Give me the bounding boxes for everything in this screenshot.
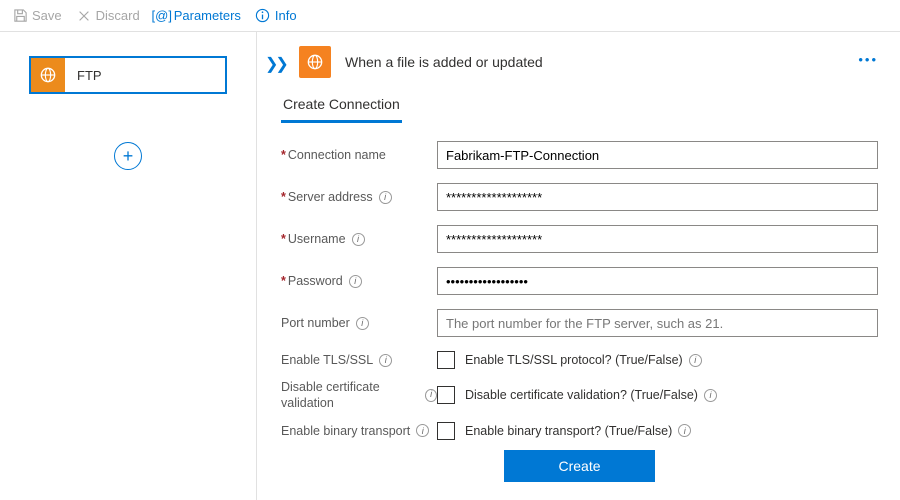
save-icon bbox=[12, 8, 28, 24]
trigger-step-ftp[interactable]: FTP bbox=[29, 56, 227, 94]
discard-button[interactable]: Discard bbox=[72, 6, 144, 26]
disable-cert-checkbox[interactable] bbox=[437, 386, 455, 404]
discard-icon bbox=[76, 8, 92, 24]
parameters-icon: [@] bbox=[154, 8, 170, 24]
connection-form: Connection name Server addressi Username… bbox=[279, 141, 878, 482]
label-port-number: Port numberi bbox=[281, 316, 437, 330]
toolbar: Save Discard [@] Parameters Info bbox=[0, 0, 900, 32]
label-disable-cert: Disable certificate validationi bbox=[281, 379, 437, 412]
details-panel: ❯❯ ••• When a file is added or updated C… bbox=[257, 32, 900, 500]
info-icon[interactable]: i bbox=[689, 354, 702, 367]
info-icon bbox=[255, 8, 271, 24]
info-icon[interactable]: i bbox=[349, 275, 362, 288]
info-label: Info bbox=[275, 8, 297, 23]
port-number-input[interactable] bbox=[437, 309, 878, 337]
label-username: Usernamei bbox=[281, 232, 437, 246]
enable-binary-checkbox[interactable] bbox=[437, 422, 455, 440]
label-password: Passwordi bbox=[281, 274, 437, 288]
discard-label: Discard bbox=[96, 8, 140, 23]
username-input[interactable] bbox=[437, 225, 878, 253]
parameters-button[interactable]: [@] Parameters bbox=[150, 6, 245, 26]
info-icon[interactable]: i bbox=[704, 389, 717, 402]
panel-title: When a file is added or updated bbox=[345, 54, 543, 70]
server-address-input[interactable] bbox=[437, 183, 878, 211]
trigger-step-label: FTP bbox=[65, 68, 102, 83]
password-input[interactable] bbox=[437, 267, 878, 295]
info-icon[interactable]: i bbox=[678, 424, 691, 437]
add-step-button[interactable]: + bbox=[114, 142, 142, 170]
parameters-label: Parameters bbox=[174, 8, 241, 23]
label-enable-binary: Enable binary transporti bbox=[281, 424, 437, 438]
info-icon[interactable]: i bbox=[356, 317, 369, 330]
info-icon[interactable]: i bbox=[379, 191, 392, 204]
collapse-chevron-icon[interactable]: ❯❯ bbox=[265, 54, 286, 74]
label-server-address: Server addressi bbox=[281, 190, 437, 204]
tab-create-connection[interactable]: Create Connection bbox=[281, 96, 402, 123]
enable-tls-text: Enable TLS/SSL protocol? (True/False)i bbox=[465, 353, 702, 367]
designer-sidebar: FTP + bbox=[0, 32, 257, 500]
plus-icon: + bbox=[123, 147, 134, 165]
create-button[interactable]: Create bbox=[504, 450, 654, 482]
label-connection-name: Connection name bbox=[281, 148, 437, 162]
connection-name-input[interactable] bbox=[437, 141, 878, 169]
disable-cert-text: Disable certificate validation? (True/Fa… bbox=[465, 388, 717, 402]
more-menu-button[interactable]: ••• bbox=[858, 52, 878, 67]
info-icon[interactable]: i bbox=[379, 354, 392, 367]
save-label: Save bbox=[32, 8, 62, 23]
ftp-connector-icon bbox=[299, 46, 331, 78]
enable-binary-text: Enable binary transport? (True/False)i bbox=[465, 424, 691, 438]
ftp-connector-icon bbox=[31, 58, 65, 92]
label-enable-tls: Enable TLS/SSLi bbox=[281, 353, 437, 367]
save-button[interactable]: Save bbox=[8, 6, 66, 26]
info-button[interactable]: Info bbox=[251, 6, 301, 26]
panel-header: When a file is added or updated bbox=[279, 46, 878, 78]
info-icon[interactable]: i bbox=[425, 389, 437, 402]
enable-tls-checkbox[interactable] bbox=[437, 351, 455, 369]
info-icon[interactable]: i bbox=[352, 233, 365, 246]
info-icon[interactable]: i bbox=[416, 424, 429, 437]
